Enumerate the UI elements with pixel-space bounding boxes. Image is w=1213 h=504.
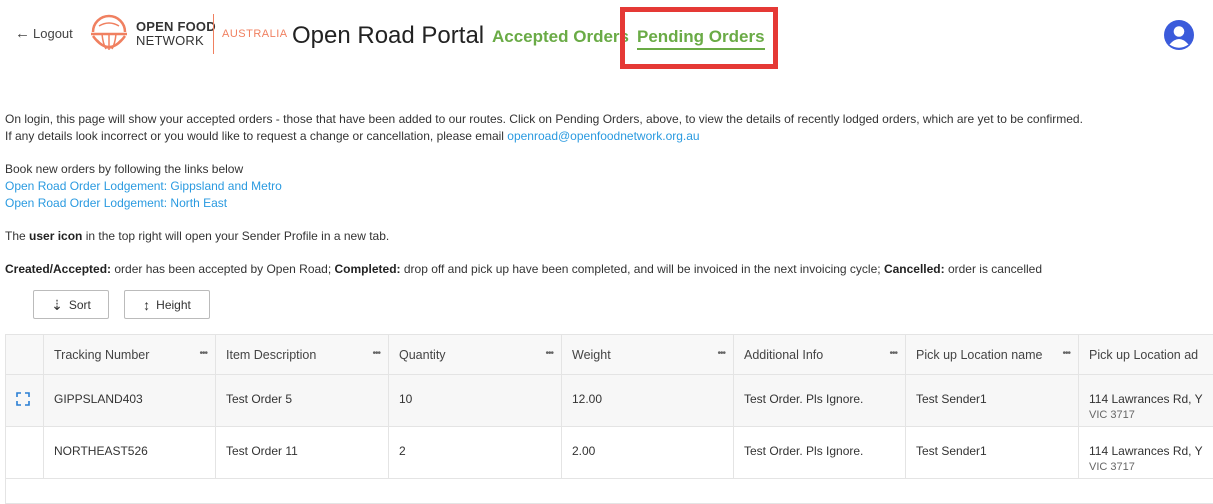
cell-description[interactable]: Test Order 11 <box>216 427 389 478</box>
status-cancelled-label: Cancelled: <box>883 262 945 276</box>
column-header[interactable]: Item Description ••• <box>216 335 389 374</box>
arrow-left-icon: ← <box>15 25 30 42</box>
user-icon-note: The user icon in the top right will open… <box>5 228 389 245</box>
orders-table: Tracking Number ••• Item Description ••• Q… <box>5 334 1213 504</box>
cell-location-address[interactable]: 114 Lawrances Rd, Y VIC 3717 <box>1079 427 1213 478</box>
user-icon-note-prefix: The <box>5 229 30 243</box>
cell-location-address[interactable]: 114 Lawrances Rd, Y VIC 3717 <box>1079 375 1213 426</box>
globe-logo-icon <box>91 14 127 50</box>
highlight-annotation <box>620 7 778 69</box>
logo-line1: OPEN FOOD <box>136 19 216 34</box>
column-header[interactable]: Quantity ••• <box>389 335 562 374</box>
column-header[interactable]: Weight ••• <box>562 335 734 374</box>
northeast-link-row: Open Road Order Lodgement: North East <box>5 195 227 212</box>
logo-wordmark: OPEN FOOD NETWORK <box>136 20 216 47</box>
logo-divider <box>213 14 214 54</box>
address-line-1: 114 Lawrances Rd, Y <box>1089 392 1203 406</box>
northeast-lodgement-link[interactable]: Open Road Order Lodgement: North East <box>5 196 227 210</box>
user-icon[interactable] <box>1164 20 1194 50</box>
user-icon-note-bold: user icon <box>29 229 83 243</box>
column-menu-icon[interactable]: ••• <box>717 348 725 359</box>
column-header[interactable]: Additional Info ••• <box>734 335 906 374</box>
address-line-2: VIC 3717 <box>1089 409 1135 421</box>
logout-label: Logout <box>33 26 73 41</box>
column-header-label: Item Description <box>226 347 317 362</box>
row-expand-cell[interactable] <box>6 375 44 426</box>
column-header-label: Pick up Location name <box>916 347 1043 362</box>
expand-icon[interactable] <box>16 392 30 406</box>
gippsland-link-row: Open Road Order Lodgement: Gippsland and… <box>5 178 282 195</box>
gippsland-lodgement-link[interactable]: Open Road Order Lodgement: Gippsland and… <box>5 179 282 193</box>
height-label: Height <box>156 297 191 312</box>
table-row[interactable]: GIPPSLAND403 Test Order 5 10 12.00 Test … <box>6 375 1213 427</box>
column-header-label: Pick up Location ad <box>1089 347 1199 362</box>
cell-location-name[interactable]: Test Sender1 <box>906 375 1079 426</box>
sort-icon: ⇣ <box>51 296 63 313</box>
nav-accepted-orders[interactable]: Accepted Orders <box>492 27 629 47</box>
status-cancelled-text: order is cancelled <box>944 262 1043 276</box>
height-icon: ↕ <box>143 296 151 313</box>
column-menu-icon[interactable]: ••• <box>372 348 380 359</box>
book-intro: Book new orders by following the links b… <box>5 162 244 176</box>
info-line-2: If any details look incorrect or you wou… <box>5 128 700 145</box>
sort-label: Sort <box>68 297 91 312</box>
cell-info[interactable]: Test Order. Pls Ignore. <box>734 375 906 426</box>
column-header-label: Tracking Number <box>54 347 150 362</box>
column-menu-icon[interactable]: ••• <box>199 348 207 359</box>
row-expand-cell[interactable] <box>6 427 44 478</box>
status-created-text: order has been accepted by Open Road; <box>111 262 335 276</box>
cell-quantity[interactable]: 10 <box>389 375 562 426</box>
user-icon-note-suffix: in the top right will open your Sender P… <box>82 229 390 243</box>
header: ← Logout OPEN FOOD NETWORK AUSTRALIA Ope… <box>0 0 1213 72</box>
cell-tracking[interactable]: GIPPSLAND403 <box>44 375 216 426</box>
status-legend: Created/Accepted: order has been accepte… <box>5 261 1042 278</box>
address-line-1: 114 Lawrances Rd, Y <box>1089 444 1203 458</box>
cell-tracking[interactable]: NORTHEAST526 <box>44 427 216 478</box>
address-line-2: VIC 3717 <box>1089 461 1135 473</box>
column-menu-icon[interactable]: ••• <box>889 348 897 359</box>
column-header-label: Weight <box>572 347 611 362</box>
height-button[interactable]: ↕ Height <box>124 290 210 319</box>
column-menu-icon[interactable]: ••• <box>545 348 553 359</box>
page-title: Open Road Portal <box>292 22 485 49</box>
info-email-prefix: If any details look incorrect or you wou… <box>5 129 508 143</box>
info-line-1: On login, this page will show your accep… <box>5 112 1083 126</box>
cell-weight[interactable]: 12.00 <box>562 375 734 426</box>
table-header-row: Tracking Number ••• Item Description ••• Q… <box>6 335 1213 375</box>
column-header-label: Additional Info <box>744 347 824 362</box>
logo-line2: NETWORK <box>136 33 204 48</box>
sort-button[interactable]: ⇣ Sort <box>33 290 109 319</box>
cell-info[interactable]: Test Order. Pls Ignore. <box>734 427 906 478</box>
table-row[interactable]: NORTHEAST526 Test Order 11 2 2.00 Test O… <box>6 427 1213 479</box>
cell-description[interactable]: Test Order 5 <box>216 375 389 426</box>
status-created-label: Created/Accepted: <box>5 262 112 276</box>
column-header-label: Quantity <box>399 347 446 362</box>
header-cell-select <box>6 335 44 374</box>
column-header[interactable]: Tracking Number ••• <box>44 335 216 374</box>
column-header[interactable]: Pick up Location name ••• <box>906 335 1079 374</box>
email-link[interactable]: openroad@openfoodnetwork.org.au <box>507 129 699 143</box>
status-completed-text: drop off and pick up have been completed… <box>400 262 884 276</box>
logout-button[interactable]: ← Logout <box>15 26 73 41</box>
status-completed-label: Completed: <box>334 262 401 276</box>
column-menu-icon[interactable]: ••• <box>1062 348 1070 359</box>
column-header[interactable]: Pick up Location ad <box>1079 335 1213 374</box>
cell-quantity[interactable]: 2 <box>389 427 562 478</box>
cell-weight[interactable]: 2.00 <box>562 427 734 478</box>
logo-region: AUSTRALIA <box>222 28 288 40</box>
cell-location-name[interactable]: Test Sender1 <box>906 427 1079 478</box>
